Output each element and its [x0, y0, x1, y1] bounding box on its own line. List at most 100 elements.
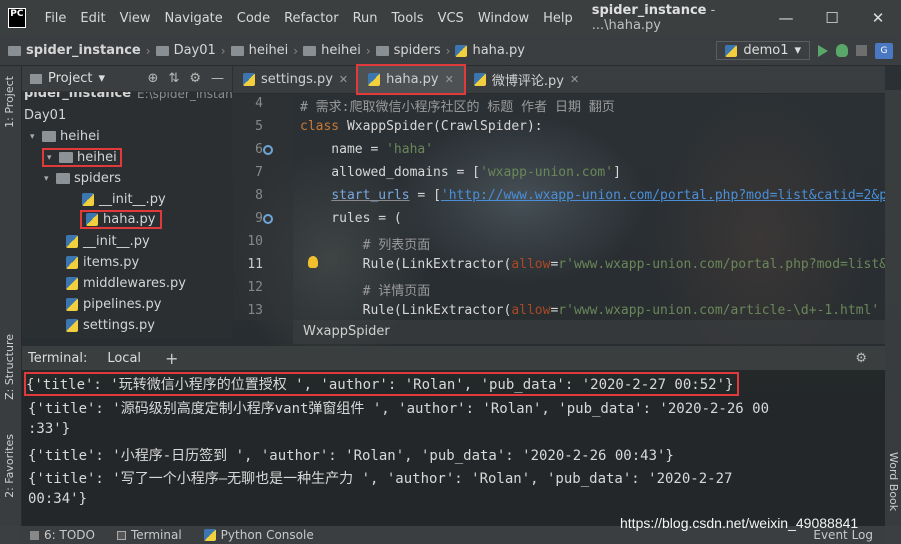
terminal-tool-button[interactable]: Terminal — [116, 528, 182, 542]
collapse-all-icon[interactable]: ⇅ — [168, 71, 179, 86]
tree-item-label: heihei — [60, 129, 100, 144]
gear-icon[interactable]: ⚙ — [855, 351, 867, 366]
tree-item-init[interactable]: __init__.py — [66, 234, 150, 249]
menu-file[interactable]: File — [38, 11, 74, 26]
breadcrumb-project[interactable]: spider_instance — [8, 43, 141, 58]
new-terminal-button[interactable]: + — [165, 349, 178, 368]
menu-vcs[interactable]: VCS — [431, 11, 471, 26]
code-text: WxappSpider(CrawlSpider): — [339, 119, 543, 134]
stop-icon[interactable] — [856, 45, 867, 56]
tab-haha[interactable]: haha.py ✕ — [356, 64, 466, 95]
code-text: Rule(LinkExtractor( — [300, 303, 512, 318]
tree-item-heihei-outer[interactable]: ▾ heihei — [30, 129, 100, 144]
tree-item-pipelines[interactable]: pipelines.py — [66, 297, 161, 312]
terminal-icon — [116, 530, 126, 540]
menu-view[interactable]: View — [113, 11, 158, 26]
python-file-icon — [473, 73, 486, 86]
line-number: 13 — [247, 303, 263, 318]
structure-tool-tab[interactable]: Z: Structure — [3, 334, 16, 400]
hide-icon[interactable]: — — [211, 71, 224, 86]
close-button[interactable]: ✕ — [855, 9, 901, 27]
python-file-icon — [66, 319, 78, 332]
line-number: 9 — [255, 211, 263, 226]
menu-navigate[interactable]: Navigate — [157, 11, 229, 26]
locate-icon[interactable]: ⊕ — [148, 71, 159, 86]
breadcrumb-file[interactable]: haha.py — [455, 43, 525, 58]
menu-refactor[interactable]: Refactor — [277, 11, 346, 26]
code-editor[interactable]: # 需求:爬取微信小程序社区的 标题 作者 日期 翻页 class WxappS… — [293, 94, 885, 320]
gear-icon[interactable]: ⚙ — [189, 71, 201, 86]
tab-label: haha.py — [386, 72, 439, 87]
menu-edit[interactable]: Edit — [73, 11, 112, 26]
tab-terminal-local[interactable]: Local — [107, 351, 141, 366]
watermark: https://blog.csdn.net/weixin_49088841 — [620, 515, 859, 531]
breadcrumb-day01[interactable]: Day01 — [155, 43, 216, 58]
title-bar: PC File Edit View Navigate Code Refactor… — [0, 0, 901, 36]
python-file-icon — [86, 213, 98, 226]
tree-item-heihei-inner[interactable]: ▾ heihei — [42, 148, 122, 167]
tree-item-settings[interactable]: settings.py — [66, 318, 155, 333]
translate-icon[interactable]: G — [875, 42, 893, 59]
terminal-output[interactable]: {'title': '玩转微信小程序的位置授权 ', 'author': 'Ro… — [22, 370, 885, 526]
run-icon[interactable] — [818, 44, 828, 57]
tree-item-haha[interactable]: haha.py — [80, 210, 162, 229]
line-number: 8 — [255, 188, 263, 203]
code-keyword: class — [300, 119, 340, 134]
expand-arrow-icon[interactable]: ▾ — [47, 153, 59, 163]
tree-item-day01[interactable]: Day01 — [24, 108, 66, 123]
tree-item-label: heihei — [77, 150, 117, 165]
word-book-tool-tab[interactable]: Word Book — [887, 452, 900, 511]
breadcrumb-heihei-inner[interactable]: heihei — [303, 43, 361, 58]
menu-code[interactable]: Code — [230, 11, 277, 26]
override-marker-icon[interactable] — [263, 214, 273, 224]
run-configuration-select[interactable]: demo1 ▾ — [716, 41, 810, 60]
terminal-label: Terminal: — [28, 350, 88, 366]
tree-item-label: settings.py — [83, 318, 155, 333]
terminal-line: {'title': '玩转微信小程序的位置授权 ', 'author': 'Ro… — [23, 372, 740, 396]
tree-item-middlewares[interactable]: middlewares.py — [66, 276, 186, 291]
breadcrumb-spiders[interactable]: spiders — [375, 43, 441, 58]
tree-item-label: haha.py — [103, 212, 156, 227]
code-context-breadcrumb[interactable]: WxappSpider — [293, 320, 885, 344]
favorites-tool-tab[interactable]: 2: Favorites — [3, 434, 16, 498]
python-console-tool-button[interactable]: Python Console — [203, 528, 314, 542]
tree-item-label: __init__.py — [83, 234, 150, 249]
breadcrumb-separator: › — [145, 43, 151, 58]
tree-item-items[interactable]: items.py — [66, 255, 139, 270]
close-tab-icon[interactable]: ✕ — [445, 73, 454, 86]
maximize-button[interactable]: ☐ — [809, 9, 855, 27]
expand-arrow-icon[interactable]: ▾ — [44, 174, 56, 184]
folder-icon — [230, 45, 244, 56]
menu-tools[interactable]: Tools — [385, 11, 431, 26]
code-comment: # 详情页面 — [300, 284, 431, 299]
breadcrumb-heihei-outer[interactable]: heihei — [230, 43, 288, 58]
terminal-line: {'title': '小程序-日历签到 ', 'author': 'Rolan'… — [28, 448, 674, 464]
debug-icon[interactable] — [836, 44, 848, 57]
right-tool-strip: Word Book — [885, 90, 901, 544]
tree-root-label: pider_instance — [24, 92, 132, 101]
python-file-icon — [243, 73, 255, 86]
project-view-select[interactable]: Project ▾ — [30, 71, 105, 86]
project-panel-tools: ⊕ ⇅ ⚙ — — [148, 71, 232, 86]
line-number: 6 — [255, 142, 263, 157]
project-tool-tab[interactable]: 1: Project — [3, 76, 16, 128]
code-url-string[interactable]: 'http://www.wxapp-union.com/portal.php?m… — [441, 188, 885, 203]
tab-settings[interactable]: settings.py ✕ — [233, 66, 358, 93]
close-tab-icon[interactable]: ✕ — [570, 73, 579, 86]
tab-weibo-comments[interactable]: 微博评论.py ✕ — [464, 66, 589, 93]
tree-item-spiders[interactable]: ▾ spiders — [44, 171, 121, 186]
menu-help[interactable]: Help — [536, 11, 580, 26]
close-tab-icon[interactable]: ✕ — [339, 73, 348, 86]
menu-bar: File Edit View Navigate Code Refactor Ru… — [38, 11, 580, 26]
expand-arrow-icon[interactable]: ▾ — [30, 132, 42, 142]
tree-root[interactable]: pider_instance E:\spider_instance — [24, 92, 232, 101]
minimize-button[interactable]: — — [763, 9, 809, 27]
tree-item-spiders-init[interactable]: __init__.py — [82, 192, 166, 207]
python-icon — [203, 529, 216, 541]
breadcrumb-separator: › — [365, 43, 371, 58]
override-marker-icon[interactable] — [263, 145, 273, 155]
menu-window[interactable]: Window — [471, 11, 536, 26]
menu-run[interactable]: Run — [346, 11, 385, 26]
todo-tool-button[interactable]: 6: TODO — [30, 528, 95, 542]
